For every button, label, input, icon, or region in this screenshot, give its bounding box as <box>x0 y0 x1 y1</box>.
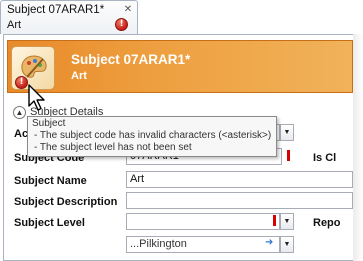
tooltip-line: - The subject level has not been set <box>34 142 192 153</box>
required-marker <box>273 215 276 226</box>
required-marker <box>287 150 290 161</box>
collapse-toggle-icon[interactable]: ▲ <box>13 106 26 119</box>
subject-level-select[interactable] <box>126 213 280 230</box>
active-label: Ac <box>14 128 29 140</box>
header-title: Subject 07ARAR1* <box>71 52 191 67</box>
report-label: Repo <box>313 217 341 229</box>
panel-shadow <box>353 34 363 261</box>
tooltip-line: - The subject code has invalid character… <box>34 130 272 141</box>
subject-name-input[interactable]: Art <box>126 171 353 188</box>
validation-tooltip: Subject - The subject code has invalid c… <box>27 116 277 157</box>
tab-error-icon: ! <box>115 18 128 31</box>
tab-subtitle: Art <box>7 19 22 31</box>
subject-description-label: Subject Description <box>14 196 118 208</box>
link-arrow-icon[interactable]: ➜ <box>265 237 273 248</box>
chevron-down-icon[interactable]: ▼ <box>280 213 294 230</box>
chevron-down-icon[interactable]: ▼ <box>280 124 294 141</box>
teacher-select[interactable]: ...Pilkington <box>126 236 280 253</box>
is-class-label: Is Cl <box>313 152 337 164</box>
chevron-down-icon[interactable]: ▼ <box>280 236 294 253</box>
close-icon[interactable]: ✕ <box>122 4 134 16</box>
subject-description-input[interactable] <box>126 192 353 209</box>
mouse-cursor-icon <box>28 84 45 111</box>
subject-level-label: Subject Level <box>14 217 85 229</box>
tooltip-title: Subject <box>32 118 66 129</box>
header-subtitle: Art <box>71 70 87 82</box>
tab-title: Subject 07ARAR1* <box>7 4 105 16</box>
document-tab[interactable]: Subject 07ARAR1* Art ✕ ! <box>0 0 138 34</box>
subject-name-label: Subject Name <box>14 175 87 187</box>
